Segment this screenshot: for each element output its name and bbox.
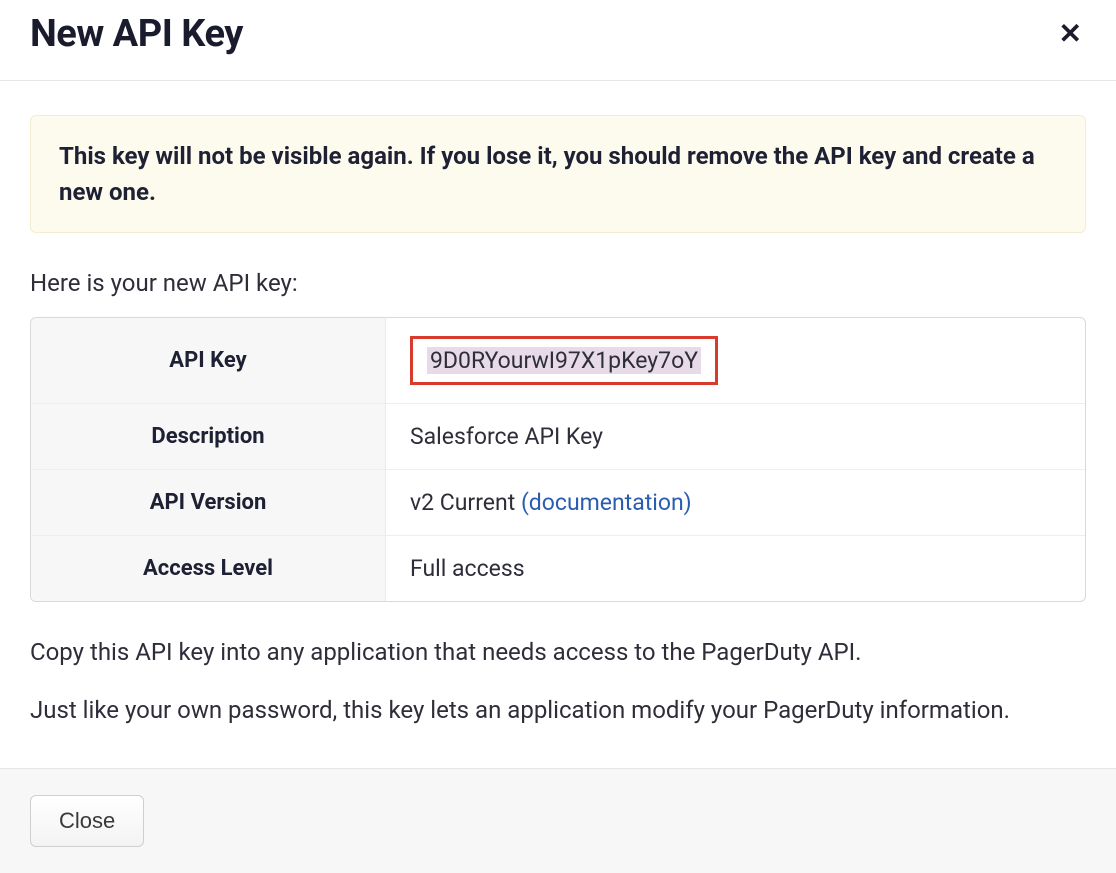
description-value: Salesforce API Key	[386, 404, 1085, 470]
modal-title: New API Key	[30, 12, 243, 56]
api-key-highlight-box: 9D0RYourwI97X1pKey7oY	[410, 336, 718, 385]
modal-header: New API Key ✕	[0, 0, 1116, 81]
modal-body: This key will not be visible again. If y…	[0, 81, 1116, 768]
api-version-value: v2 Current	[410, 489, 521, 516]
table-row-api-key: API Key 9D0RYourwI97X1pKey7oY	[31, 318, 1085, 404]
api-version-value-cell: v2 Current (documentation)	[386, 470, 1085, 536]
close-icon[interactable]: ✕	[1055, 16, 1086, 52]
modal-footer: Close	[0, 768, 1116, 873]
copy-instruction-text: Copy this API key into any application t…	[30, 634, 1086, 670]
warning-text: This key will not be visible again. If y…	[59, 138, 1057, 210]
table-row-api-version: API Version v2 Current (documentation)	[31, 470, 1085, 536]
password-warning-text: Just like your own password, this key le…	[30, 692, 1086, 728]
api-key-label: API Key	[31, 318, 386, 404]
api-key-details-table: API Key 9D0RYourwI97X1pKey7oY Descriptio…	[30, 317, 1086, 602]
api-key-value-cell: 9D0RYourwI97X1pKey7oY	[386, 318, 1085, 404]
access-level-label: Access Level	[31, 536, 386, 601]
api-key-value[interactable]: 9D0RYourwI97X1pKey7oY	[427, 347, 701, 374]
table-row-access-level: Access Level Full access	[31, 536, 1085, 601]
access-level-value: Full access	[386, 536, 1085, 601]
documentation-link[interactable]: (documentation)	[521, 489, 692, 516]
warning-banner: This key will not be visible again. If y…	[30, 115, 1086, 233]
table-row-description: Description Salesforce API Key	[31, 404, 1085, 470]
intro-text: Here is your new API key:	[30, 269, 1086, 297]
new-api-key-modal: New API Key ✕ This key will not be visib…	[0, 0, 1116, 873]
description-label: Description	[31, 404, 386, 470]
api-version-label: API Version	[31, 470, 386, 536]
close-button[interactable]: Close	[30, 795, 144, 847]
